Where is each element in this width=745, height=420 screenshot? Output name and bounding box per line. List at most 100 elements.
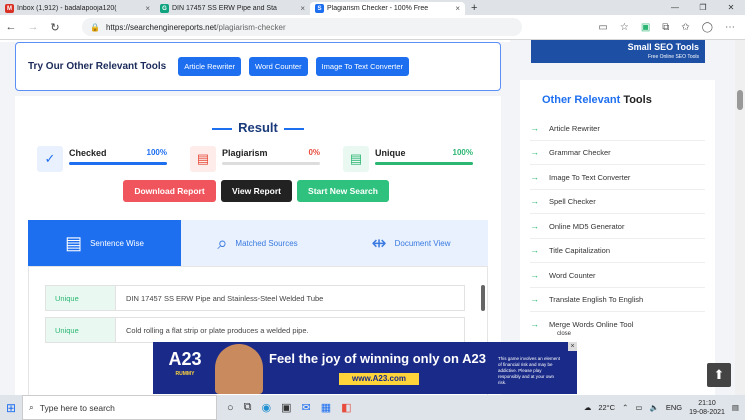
sentence-row: Unique Cold rolling a flat strip or plat… bbox=[45, 317, 465, 343]
sentence-text: DIN 17457 SS ERW Pipe and Stainless-Stee… bbox=[126, 293, 324, 303]
sidebar-item[interactable]: → Title Capitalization bbox=[530, 244, 705, 263]
arrow-right-icon: → bbox=[530, 245, 539, 255]
stat-progress bbox=[222, 162, 320, 165]
mail-icon[interactable]: ✉ bbox=[302, 401, 311, 414]
collections-icon[interactable]: ⧉ bbox=[662, 22, 669, 33]
profile-icon[interactable]: ◯ bbox=[702, 22, 713, 33]
page-scrollbar[interactable] bbox=[735, 40, 745, 395]
app-icon[interactable]: ▦ bbox=[321, 401, 331, 414]
image-to-text-button[interactable]: Image To Text Converter bbox=[315, 57, 410, 76]
address-bar-row: ← → ↻ 🔒 https://searchenginereports.net/… bbox=[0, 15, 745, 40]
bottom-ad-banner[interactable]: A23 RUMMY Feel the joy of winning only on… bbox=[153, 342, 577, 394]
close-icon[interactable]: × bbox=[145, 4, 150, 13]
sidebar-item[interactable]: → Online MD5 Generator bbox=[530, 220, 705, 239]
sidebar-item[interactable]: → Translate English To English bbox=[530, 293, 705, 312]
document-view-icon: ⇹ bbox=[371, 232, 387, 253]
word-counter-button[interactable]: Word Counter bbox=[249, 57, 308, 76]
close-ad-label[interactable]: close bbox=[557, 331, 571, 337]
unique-document-icon: ▤ bbox=[343, 146, 369, 172]
menu-icon[interactable]: ⋯ bbox=[725, 22, 735, 33]
ad-close-icon[interactable]: × bbox=[568, 342, 577, 351]
sidebar-item[interactable]: → Merge Words Online Tool bbox=[530, 318, 705, 330]
ad-headline: Feel the joy of winning only on A23 bbox=[269, 351, 486, 366]
language-indicator[interactable]: ENG bbox=[666, 403, 682, 412]
reader-icon[interactable]: ▭ bbox=[598, 22, 607, 33]
sidebar-item[interactable]: → Grammar Checker bbox=[530, 146, 705, 165]
new-tab-button[interactable]: + bbox=[465, 2, 483, 15]
sidebar-item[interactable]: → Image To Text Converter bbox=[530, 171, 705, 190]
windows-start-icon[interactable]: ⊞ bbox=[0, 401, 22, 415]
arrow-right-icon: → bbox=[530, 196, 539, 206]
ad-domain: www.A23.com bbox=[339, 373, 419, 385]
sidebar-item[interactable]: → Spell Checker bbox=[530, 195, 705, 214]
taskbar-apps: ○ ⧉ ◉ ▣ ✉ ▦ ◧ bbox=[227, 401, 352, 414]
favorites-icon[interactable]: ✩ bbox=[681, 22, 689, 33]
close-icon[interactable]: × bbox=[455, 4, 460, 13]
arrow-right-icon: → bbox=[530, 172, 539, 182]
browser-tab-din[interactable]: G DIN 17457 SS ERW Pipe and Sta × bbox=[155, 2, 310, 15]
arrow-right-icon: → bbox=[530, 221, 539, 231]
url-path: /plagiarism-checker bbox=[216, 22, 286, 32]
volume-icon[interactable]: 🔈 bbox=[649, 403, 658, 412]
browser-tab-inbox[interactable]: M Inbox (1,912) - badalapooja120( × bbox=[0, 2, 155, 15]
notifications-icon[interactable]: ▤ bbox=[732, 403, 739, 412]
list-scrollbar[interactable] bbox=[481, 285, 485, 311]
result-tabs: ▤ Sentence Wise ⌕ Matched Sources ⇹ Docu… bbox=[28, 220, 488, 266]
url-field[interactable]: 🔒 https://searchenginereports.net/plagia… bbox=[82, 18, 522, 36]
close-icon[interactable]: × bbox=[300, 4, 305, 13]
tab-sentence-wise[interactable]: ▤ Sentence Wise bbox=[28, 220, 181, 266]
clock[interactable]: 21:10 19-08-2021 bbox=[689, 399, 725, 417]
tab-document-view[interactable]: ⇹ Document View bbox=[334, 220, 488, 266]
other-tools-box: Try Our Other Relevant Tools Article Rew… bbox=[15, 42, 501, 91]
lock-icon: 🔒 bbox=[90, 22, 100, 32]
weather-temp[interactable]: 22°C bbox=[598, 403, 615, 412]
forward-icon[interactable]: → bbox=[22, 21, 44, 33]
url-host: https://searchenginereports.net bbox=[105, 22, 217, 32]
browser-tab-plagiarism[interactable]: S Plagiarism Checker - 100% Free × bbox=[310, 2, 465, 15]
arrow-right-icon: → bbox=[530, 294, 539, 304]
page-favicon-icon: G bbox=[160, 4, 169, 13]
view-report-button[interactable]: View Report bbox=[221, 180, 292, 202]
favorite-star-icon[interactable]: ☆ bbox=[620, 22, 629, 33]
system-tray: ☁ 22°C ⌃ ▭ 🔈 ENG 21:10 19-08-2021 ▤ bbox=[584, 395, 739, 420]
arrow-right-icon: → bbox=[530, 270, 539, 280]
stat-percent: 100% bbox=[452, 148, 473, 157]
ad-person-image bbox=[215, 344, 263, 394]
minimize-icon[interactable]: — bbox=[661, 0, 689, 15]
a23-logo: A23 RUMMY bbox=[168, 349, 202, 377]
tab-label: Matched Sources bbox=[235, 238, 298, 248]
start-new-search-button[interactable]: Start New Search bbox=[297, 180, 389, 202]
back-icon[interactable]: ← bbox=[0, 21, 22, 33]
sidebar-item[interactable]: → Article Rewriter bbox=[530, 122, 705, 141]
network-icon[interactable]: ▭ bbox=[635, 403, 642, 412]
stat-name: Checked bbox=[69, 148, 107, 158]
extension-icon[interactable]: ▣ bbox=[641, 22, 650, 33]
refresh-icon[interactable]: ↻ bbox=[44, 21, 66, 34]
restore-icon[interactable]: ❐ bbox=[689, 0, 717, 15]
article-rewriter-button[interactable]: Article Rewriter bbox=[178, 57, 242, 76]
close-window-icon[interactable]: ✕ bbox=[717, 0, 745, 15]
search-document-icon: ⌕ bbox=[217, 232, 228, 253]
arrow-right-icon: → bbox=[530, 319, 539, 329]
taskbar-search[interactable]: ⌕ Type here to search bbox=[22, 395, 217, 420]
sidebar-item[interactable]: → Word Counter bbox=[530, 269, 705, 288]
scroll-to-top-button[interactable]: ⬆ bbox=[707, 363, 731, 387]
tab-label: Sentence Wise bbox=[90, 238, 144, 248]
window-controls: — ❐ ✕ bbox=[661, 0, 745, 15]
checked-icon: ✓ bbox=[37, 146, 63, 172]
stat-percent: 0% bbox=[308, 148, 320, 157]
stat-name: Unique bbox=[375, 148, 406, 158]
tab-matched-sources[interactable]: ⌕ Matched Sources bbox=[181, 220, 334, 266]
sentence-row: Unique DIN 17457 SS ERW Pipe and Stainle… bbox=[45, 285, 465, 311]
page-viewport: Try Our Other Relevant Tools Article Rew… bbox=[0, 40, 745, 395]
result-title: Result bbox=[15, 120, 501, 135]
cortana-icon[interactable]: ○ bbox=[227, 402, 234, 414]
download-report-button[interactable]: Download Report bbox=[123, 180, 216, 202]
tray-chevron-icon[interactable]: ⌃ bbox=[622, 403, 628, 412]
sentence-text: Cold rolling a flat strip or plate produ… bbox=[126, 325, 309, 335]
sidebar-ad-banner[interactable]: Small SEO Tools Free Online SEO Tools bbox=[531, 40, 705, 63]
task-view-icon[interactable]: ⧉ bbox=[244, 401, 252, 414]
office-icon[interactable]: ◧ bbox=[341, 401, 351, 414]
store-icon[interactable]: ▣ bbox=[281, 401, 291, 414]
edge-icon[interactable]: ◉ bbox=[262, 401, 272, 414]
